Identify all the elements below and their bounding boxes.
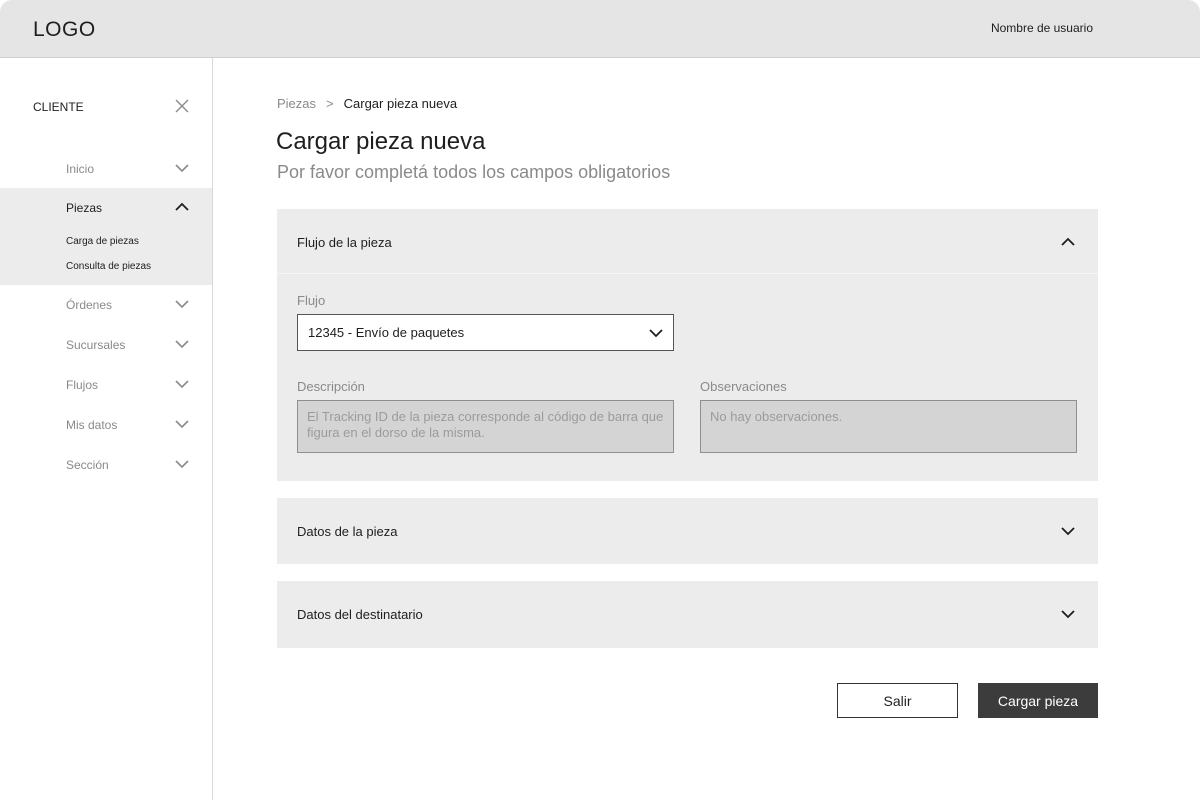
panel-header-datos-destinatario[interactable]: Datos del destinatario [277, 581, 1098, 645]
sidebar-item-ordenes[interactable]: Órdenes [0, 285, 212, 325]
sidebar-item-piezas[interactable]: Piezas [0, 188, 212, 228]
chevron-down-icon [175, 164, 189, 173]
submit-button[interactable]: Cargar pieza [978, 683, 1098, 718]
panel-header-flujo[interactable]: Flujo de la pieza [277, 209, 1098, 273]
page-title: Cargar pieza nueva [276, 128, 486, 155]
breadcrumb-separator: > [326, 96, 334, 111]
panel-header-datos-pieza[interactable]: Datos de la pieza [277, 498, 1098, 562]
sidebar-item-mis-datos[interactable]: Mis datos [0, 405, 212, 445]
sidebar-subitem-consulta-de-piezas[interactable]: Consulta de piezas [66, 261, 151, 272]
chevron-down-icon [1061, 527, 1075, 536]
panel-divider [277, 273, 1098, 274]
main-content: Piezas > Cargar pieza nueva Cargar pieza n… [213, 58, 1200, 800]
flujo-label: Flujo [297, 293, 326, 308]
sidebar-item-seccion[interactable]: Sección [0, 445, 212, 485]
panel-title: Datos de la pieza [297, 524, 398, 539]
chevron-down-icon [175, 420, 189, 429]
sidebar-group-piezas: Piezas Carga de piezas Consulta de pieza… [0, 188, 212, 285]
sidebar-subitem-carga-de-piezas[interactable]: Carga de piezas [66, 236, 139, 247]
descripcion-field[interactable] [297, 400, 674, 453]
sidebar-item-label: Sucursales [66, 338, 126, 352]
chevron-down-icon [175, 460, 189, 469]
panel-datos-de-la-pieza: Datos de la pieza [277, 498, 1098, 564]
sidebar-item-label: Flujos [66, 378, 99, 392]
sidebar-item-label: Órdenes [66, 298, 113, 312]
top-bar: LOGO Nombre de usuario [0, 0, 1200, 58]
close-icon[interactable] [174, 98, 190, 114]
exit-button[interactable]: Salir [837, 683, 958, 718]
sidebar-item-label: Mis datos [66, 418, 118, 432]
breadcrumb: Piezas > Cargar pieza nueva [277, 96, 457, 111]
chevron-down-icon [175, 300, 189, 309]
sidebar-item-label: Sección [66, 458, 109, 472]
chevron-up-icon [1061, 237, 1075, 246]
breadcrumb-current: Cargar pieza nueva [343, 96, 458, 111]
panel-title: Flujo de la pieza [297, 235, 392, 250]
flujo-select-value: 12345 - Envío de paquetes [308, 325, 465, 340]
chevron-up-icon [175, 202, 189, 211]
chevron-down-icon [1061, 610, 1075, 619]
flujo-select[interactable]: 12345 - Envío de paquetes [297, 314, 674, 351]
user-name[interactable]: Nombre de usuario [991, 21, 1093, 35]
chevron-down-icon [175, 380, 189, 389]
sidebar-title: CLIENTE [33, 100, 84, 114]
sidebar-item-label: Inicio [66, 162, 95, 176]
page-subtitle: Por favor completá todos los campos obli… [277, 162, 671, 182]
panel-datos-del-destinatario: Datos del destinatario [277, 581, 1098, 648]
panel-flujo-de-la-pieza: Flujo de la pieza Flujo 12345 - Envío de… [277, 209, 1098, 481]
logo: LOGO [33, 18, 96, 41]
sidebar-item-inicio[interactable]: Inicio [0, 149, 212, 189]
observaciones-field[interactable] [700, 400, 1077, 453]
sidebar: CLIENTE Inicio Piezas Carga de piezas Co… [0, 58, 213, 800]
descripcion-label: Descripción [297, 379, 365, 394]
breadcrumb-parent[interactable]: Piezas [277, 96, 316, 111]
sidebar-item-sucursales[interactable]: Sucursales [0, 325, 212, 365]
sidebar-item-label: Piezas [66, 201, 103, 215]
observaciones-label: Observaciones [700, 379, 787, 394]
sidebar-item-flujos[interactable]: Flujos [0, 365, 212, 405]
chevron-down-icon [649, 329, 663, 338]
panel-title: Datos del destinatario [297, 607, 423, 622]
chevron-down-icon [175, 340, 189, 349]
